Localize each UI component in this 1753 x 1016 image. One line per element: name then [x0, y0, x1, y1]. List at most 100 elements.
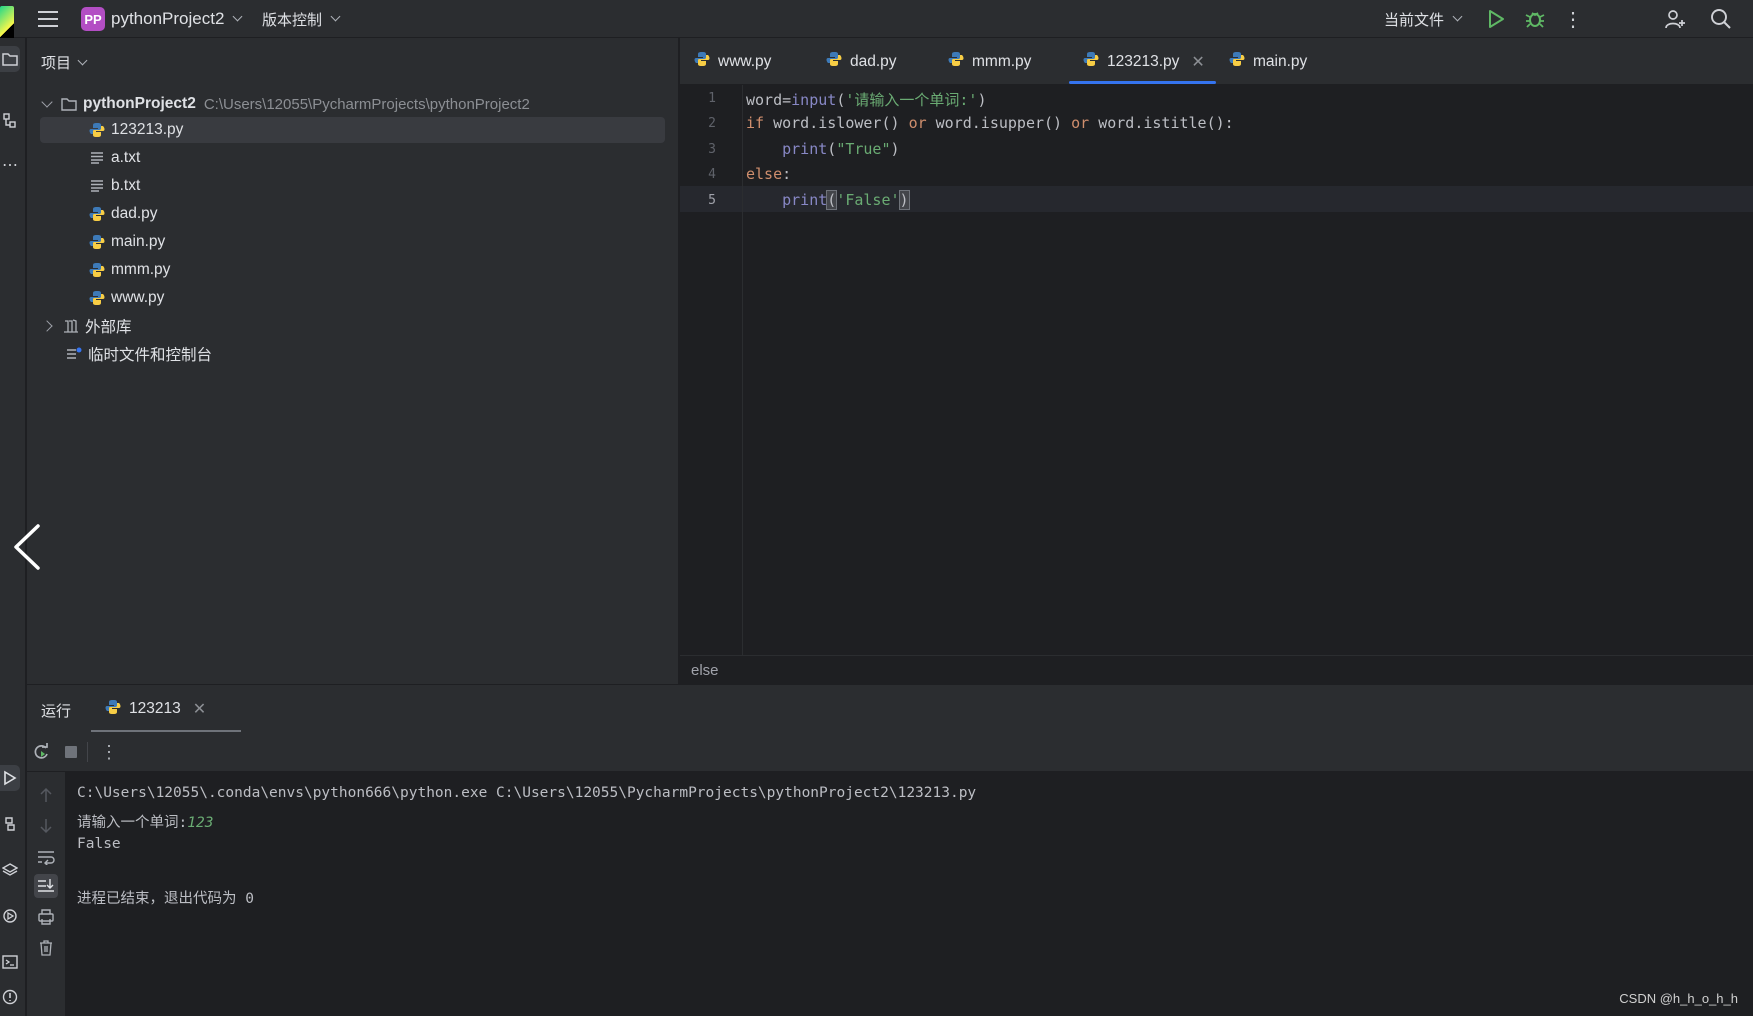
soft-wrap-button[interactable] [34, 845, 58, 869]
code-line: else: [746, 165, 791, 183]
tree-external-libraries[interactable]: 外部库 [41, 313, 132, 339]
active-tab-indicator [1069, 81, 1216, 84]
run-button[interactable] [1485, 0, 1507, 38]
code-token: "True" [836, 140, 891, 158]
console-output-line: False [77, 836, 121, 852]
more-tools-icon[interactable]: ⋯ [0, 152, 20, 178]
code-line: print('False') [746, 190, 910, 210]
chevron-down-icon [330, 11, 341, 22]
rerun-button[interactable] [29, 740, 53, 764]
tree-file-item[interactable]: www.py [89, 285, 164, 311]
tree-file-item[interactable]: 123213.py [89, 117, 183, 143]
services-tool-button[interactable] [0, 903, 20, 929]
project-root-path: C:\Users\12055\PycharmProjects\pythonPro… [203, 95, 530, 113]
project-panel-header[interactable]: 项目 [41, 52, 88, 73]
run-tool-button[interactable] [0, 765, 20, 791]
layers-tool-button[interactable] [0, 857, 20, 883]
project-name-label: pythonProject2 [111, 9, 225, 28]
hamburger-line [38, 25, 58, 27]
run-config-selector[interactable]: 当前文件 [1384, 0, 1463, 38]
tab-dad-py[interactable]: dad.py [826, 38, 897, 85]
debug-button[interactable] [1523, 0, 1547, 38]
search-everywhere-button[interactable] [1708, 0, 1734, 38]
console-prompt: 请输入一个单词: [77, 815, 188, 831]
python-file-icon [1083, 51, 1099, 72]
bug-icon [1525, 12, 1545, 28]
line-number: 1 [708, 91, 716, 106]
scroll-to-end-icon [38, 879, 54, 892]
close-icon[interactable]: ✕ [193, 699, 206, 719]
layers-icon [2, 863, 18, 876]
code-editor[interactable]: 1 2 3 4 5 word=input('请输入一个单词:') if word… [680, 85, 1753, 655]
tab-main-py[interactable]: main.py [1229, 38, 1307, 85]
problems-tool-button[interactable] [0, 984, 20, 1010]
chevron-left-icon [14, 524, 40, 570]
code-token: = [782, 91, 792, 109]
chevron-down-icon [1452, 11, 1463, 22]
tree-file-item[interactable]: b.txt [89, 173, 140, 199]
tree-root-project[interactable]: pythonProject2 C:\Users\12055\PycharmPro… [41, 91, 530, 117]
tab-123213-py[interactable]: 123213.py ✕ [1083, 38, 1205, 85]
project-switcher[interactable]: pythonProject2 [111, 0, 243, 38]
line-number: 5 [708, 193, 716, 208]
rerun-icon [34, 743, 48, 759]
search-icon [1711, 9, 1731, 29]
code-token: 'False' [836, 191, 900, 209]
add-user-button[interactable] [1662, 0, 1688, 38]
play-icon [1489, 10, 1504, 28]
trash-icon [40, 940, 52, 956]
project-root-name: pythonProject2 [83, 95, 196, 112]
project-tool-button[interactable] [0, 46, 20, 72]
main-menu-button[interactable] [36, 0, 60, 38]
scroll-down-button[interactable] [34, 814, 58, 838]
tab-label: www.py [718, 52, 772, 70]
breadcrumb-item[interactable]: else [691, 662, 719, 679]
code-token: or [1071, 114, 1090, 132]
python-packages-tool-button[interactable] [0, 811, 20, 837]
code-line: if word.islower() or word.isupper() or w… [746, 114, 1234, 132]
run-tab-123213[interactable]: 123213 ✕ [105, 685, 206, 733]
tree-file-label: main.py [111, 233, 166, 250]
tree-file-item[interactable]: dad.py [89, 201, 158, 227]
code-token: word.isupper() [926, 114, 1072, 132]
print-button[interactable] [34, 905, 58, 929]
code-token: : [782, 165, 792, 183]
more-options-icon[interactable]: ⋮ [97, 740, 121, 764]
tree-file-item[interactable]: a.txt [89, 145, 140, 171]
toolbar-divider [87, 742, 88, 762]
python-file-icon [89, 262, 105, 278]
structure-icon [3, 113, 16, 128]
code-token: print [782, 140, 828, 158]
project-panel: 项目 pythonProject2 C:\Users\12055\Pycharm… [27, 38, 679, 684]
scroll-to-end-button[interactable] [34, 874, 58, 898]
more-actions-icon[interactable]: ⋮ [1563, 0, 1583, 38]
tree-file-item[interactable]: mmm.py [89, 257, 170, 283]
scroll-up-button[interactable] [34, 783, 58, 807]
terminal-tool-button[interactable] [0, 949, 20, 975]
tree-scratches[interactable]: 临时文件和控制台 [66, 341, 212, 367]
expand-arrow-icon[interactable] [41, 96, 53, 108]
breadcrumb[interactable]: else [680, 655, 1753, 684]
console-input-line: 请输入一个单词:123 [77, 811, 213, 832]
tree-file-item[interactable]: main.py [89, 229, 165, 255]
vcs-label: 版本控制 [262, 11, 323, 29]
stop-button[interactable] [59, 740, 83, 764]
close-icon[interactable]: ✕ [1191, 52, 1204, 72]
project-panel-title: 项目 [41, 55, 72, 72]
project-badge-icon[interactable]: PP [81, 7, 105, 31]
warning-circle-icon [2, 989, 18, 1005]
tab-mmm-py[interactable]: mmm.py [948, 38, 1031, 85]
code-token: or [908, 114, 927, 132]
back-navigation-button[interactable] [8, 522, 44, 572]
print-icon [38, 909, 54, 925]
clear-all-button[interactable] [34, 936, 58, 960]
hamburger-line [38, 11, 58, 13]
structure-tool-button[interactable] [0, 108, 20, 134]
code-token: ( [826, 190, 838, 210]
vcs-menu[interactable]: 版本控制 [262, 0, 341, 38]
tab-www-py[interactable]: www.py [694, 38, 771, 85]
expand-arrow-icon[interactable] [41, 320, 53, 332]
watermark: CSDN @h_h_o_h_h [1619, 991, 1738, 1006]
run-console-output[interactable]: C:\Users\12055\.conda\envs\python666\pyt… [65, 772, 1753, 1016]
code-token: ) [898, 190, 910, 210]
